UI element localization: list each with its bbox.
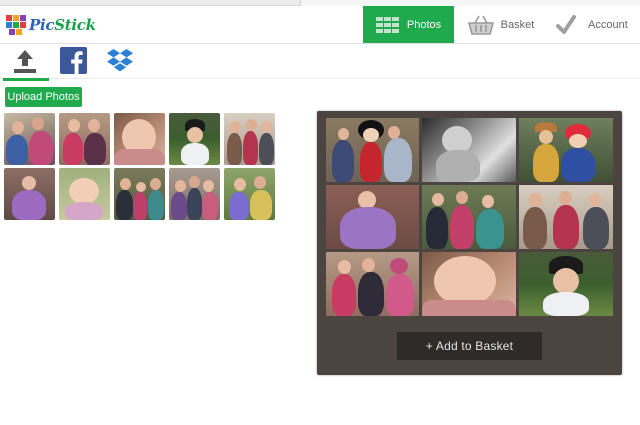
nav-basket[interactable]: Basket (454, 6, 548, 43)
photo-thumbnail[interactable] (224, 168, 275, 220)
nav-photos[interactable]: Photos (363, 6, 454, 43)
checkmark-icon (556, 14, 576, 35)
collage-cell[interactable] (422, 118, 516, 182)
collage-cell[interactable] (422, 252, 516, 316)
photo-thumbnail[interactable] (224, 113, 275, 165)
upload-photos-button[interactable]: Upload Photos (5, 87, 82, 107)
facebook-icon (59, 47, 87, 79)
photo-thumbnail[interactable] (4, 113, 55, 165)
photo-thumbnail-grid (4, 113, 278, 220)
grid-icon (375, 16, 400, 33)
facebook-source[interactable] (58, 47, 88, 79)
picstick-logo[interactable]: PicStick (6, 13, 96, 37)
collage-cell[interactable] (326, 118, 419, 182)
photo-thumbnail[interactable] (169, 113, 220, 165)
dropbox-source[interactable] (105, 48, 135, 78)
collage-cell[interactable] (519, 252, 613, 316)
nav-photos-label: Photos (406, 18, 442, 31)
photo-thumbnail[interactable] (4, 168, 55, 220)
collage-cell[interactable] (326, 185, 419, 249)
photo-thumbnail[interactable] (169, 168, 220, 220)
main-nav: Photos Basket Account (363, 6, 640, 43)
nav-account[interactable]: Account (548, 6, 640, 43)
collage-cell[interactable] (519, 118, 613, 182)
collage-cell[interactable] (422, 185, 516, 249)
photo-thumbnail[interactable] (59, 168, 110, 220)
upload-icon (12, 48, 38, 79)
upload-source[interactable] (3, 48, 49, 81)
collage-grid (326, 118, 614, 316)
photo-thumbnail[interactable] (114, 168, 165, 220)
basket-icon (467, 15, 494, 35)
collage-cell[interactable] (326, 252, 419, 316)
dropbox-icon (106, 48, 134, 79)
photo-thumbnail[interactable] (114, 113, 165, 165)
nav-account-label: Account (588, 18, 628, 31)
photo-source-bar (0, 44, 640, 81)
add-to-basket-button[interactable]: + Add to Basket (397, 332, 542, 360)
logo-text: PicStick (29, 16, 96, 34)
logo-mark-icon (6, 15, 26, 35)
collage-preview-panel: + Add to Basket (317, 111, 622, 375)
photo-thumbnail[interactable] (59, 113, 110, 165)
nav-basket-label: Basket (500, 18, 535, 31)
collage-cell[interactable] (519, 185, 613, 249)
app-header: PicStick Photos Basket Account (0, 6, 640, 44)
